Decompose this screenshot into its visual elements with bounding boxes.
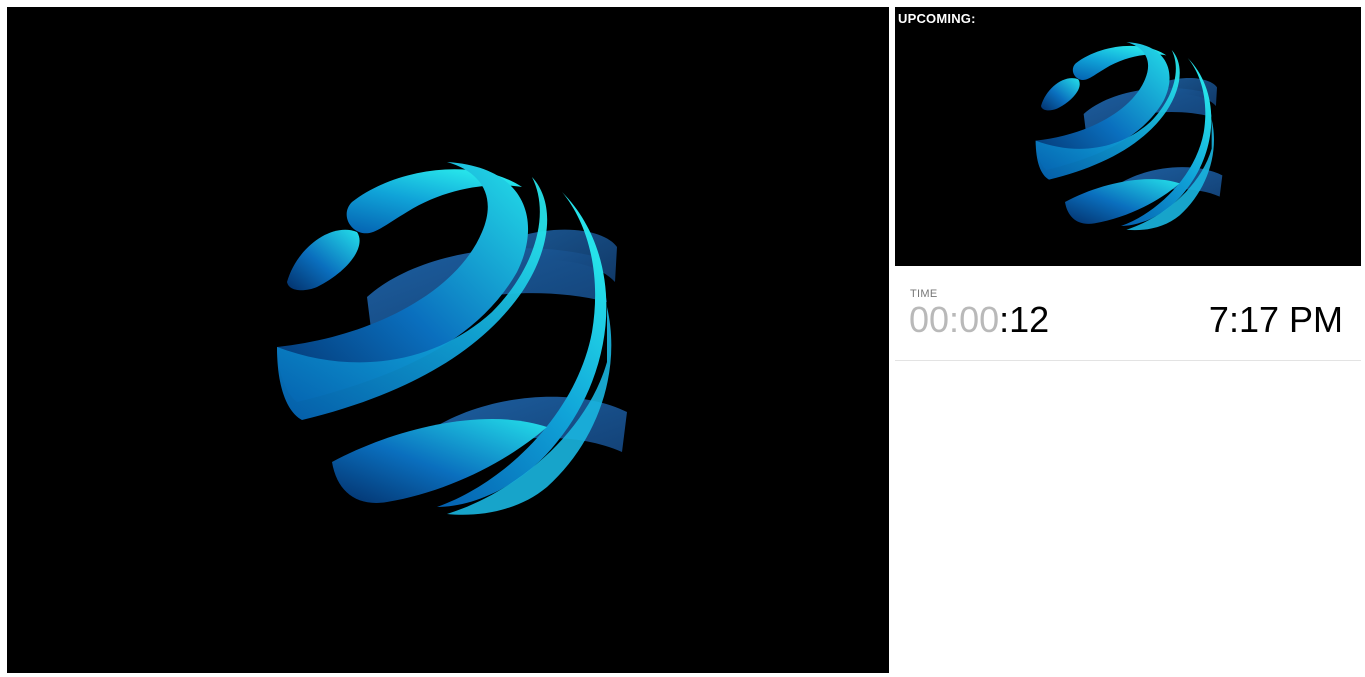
main-video-stage xyxy=(7,7,889,673)
timer-separator: : xyxy=(999,299,1010,340)
preview-globe-logo-icon xyxy=(1035,42,1223,231)
upcoming-preview: UPCOMING: xyxy=(895,7,1361,266)
current-clock: 7:17 PM xyxy=(1208,299,1343,340)
timing-panel: TIME 00:00:12 7:17 PM xyxy=(895,270,1361,361)
upcoming-label: UPCOMING: xyxy=(898,11,976,26)
timer-hours: 00 xyxy=(909,299,950,340)
globe-logo-icon xyxy=(277,162,627,515)
timer-minutes: 00 xyxy=(959,299,1000,340)
timer-separator: : xyxy=(949,299,960,340)
timer-seconds: 12 xyxy=(1009,299,1050,340)
elapsed-timer: 00:00:12 xyxy=(909,300,1049,340)
